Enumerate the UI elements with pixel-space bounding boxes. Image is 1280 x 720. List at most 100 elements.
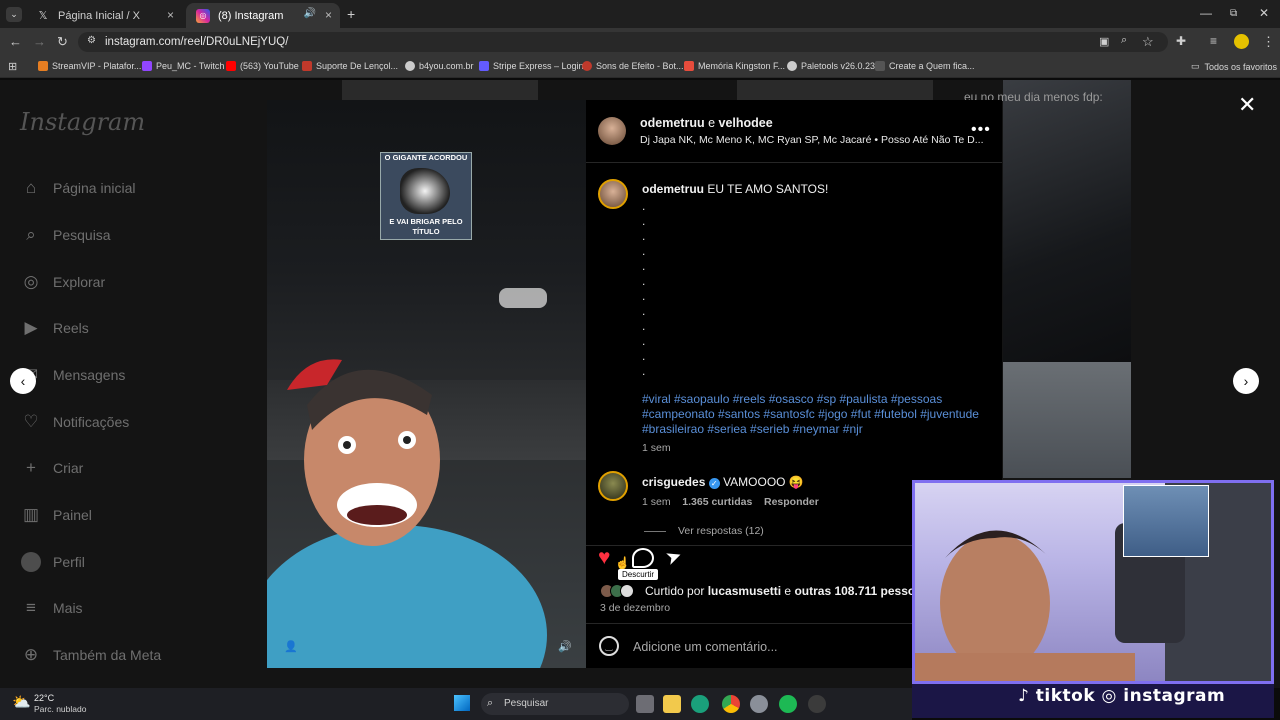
- taskbar-search-label: Pesquisar: [504, 698, 549, 709]
- emoji-icon[interactable]: ‿: [599, 636, 619, 656]
- spotify-icon[interactable]: [779, 695, 797, 713]
- windows-start-icon[interactable]: [454, 695, 470, 711]
- compass-icon: ◎: [23, 272, 39, 291]
- close-tab-icon[interactable]: ×: [167, 8, 174, 22]
- file-explorer-icon[interactable]: [663, 695, 681, 713]
- new-tab-button[interactable]: +: [347, 6, 355, 22]
- reply-button[interactable]: Responder: [764, 496, 819, 508]
- nav-dashboard[interactable]: ▥ Painel: [20, 504, 92, 526]
- weather-desc[interactable]: Parc. nublado: [34, 704, 86, 714]
- bookmark-favicon-icon: [226, 61, 236, 71]
- bookmark-item[interactable]: Stripe Express – Login: [479, 61, 584, 71]
- background-reel-thumbnail: [1003, 362, 1131, 478]
- cursor-icon: ☝: [615, 556, 630, 570]
- settings-icon[interactable]: [750, 695, 768, 713]
- bookmark-item[interactable]: Peu_MC - Twitch: [142, 61, 224, 71]
- all-favorites[interactable]: ▭ Todos os favoritos: [1191, 61, 1277, 72]
- bookmark-item[interactable]: (563) YouTube: [226, 61, 299, 71]
- comment-icon[interactable]: [632, 548, 654, 568]
- tab-list-button[interactable]: ⌄: [6, 7, 22, 22]
- speaker-icon[interactable]: 🔊: [304, 8, 316, 19]
- task-view-icon[interactable]: [636, 695, 654, 713]
- account-icon[interactable]: 👤: [284, 640, 298, 653]
- commenter-avatar[interactable]: [598, 471, 628, 501]
- close-tab-icon[interactable]: ×: [325, 8, 332, 22]
- extensions-icon[interactable]: ✚: [1176, 34, 1186, 48]
- bookmark-favicon-icon: [142, 61, 152, 71]
- liked-others-link[interactable]: outras 108.711 pessoas: [794, 584, 928, 598]
- browser-menu-icon[interactable]: ⋮: [1262, 34, 1275, 50]
- comment-input[interactable]: Adicione um comentário...: [633, 640, 778, 654]
- nav-home[interactable]: ⌂ Página inicial: [20, 177, 136, 199]
- hashtags-line[interactable]: #brasileirao #seriea #serieb #neymar #nj…: [642, 422, 863, 436]
- close-window-button[interactable]: ✕: [1259, 6, 1269, 20]
- nav-meta[interactable]: ⊕ Também da Meta: [20, 644, 161, 666]
- chrome-icon[interactable]: [722, 695, 740, 713]
- instagram-logo[interactable]: Instagram: [20, 108, 145, 136]
- hashtags-line[interactable]: #viral #saopaulo #reels #osasco #sp #pau…: [642, 392, 942, 406]
- zoom-icon[interactable]: ⌕: [1121, 34, 1127, 47]
- post-date: 3 de dezembro: [600, 602, 671, 614]
- author-avatar[interactable]: [598, 117, 626, 145]
- liked-heart-icon[interactable]: ♥: [598, 546, 610, 570]
- site-info-icon[interactable]: ⚙: [87, 35, 96, 46]
- install-icon[interactable]: ▣: [1099, 35, 1109, 48]
- media-icon[interactable]: ≡: [1210, 34, 1217, 48]
- restore-button[interactable]: ⧉: [1230, 8, 1237, 19]
- bookmark-item[interactable]: b4you.com.br: [405, 61, 474, 71]
- fish-icon: [400, 168, 450, 214]
- bookmark-favicon-icon: [684, 61, 694, 71]
- heart-icon: ♡: [23, 412, 39, 431]
- volume-icon[interactable]: 🔊: [558, 640, 572, 653]
- hashtags-line[interactable]: #campeonato #santos #santosfc #jogo #fut…: [642, 407, 979, 421]
- chevron-left-icon: ‹: [20, 373, 26, 389]
- bookmark-item[interactable]: Memória Kingston F...: [684, 61, 785, 71]
- nav-create[interactable]: + Criar: [20, 457, 83, 479]
- bookmark-item[interactable]: Sons de Efeito - Bot...: [582, 61, 684, 71]
- wall-poster: [1123, 485, 1209, 557]
- author-link[interactable]: odemetruu: [640, 116, 705, 130]
- weather-icon[interactable]: ⛅: [12, 693, 31, 711]
- more-options-icon[interactable]: •••: [971, 121, 991, 139]
- minimize-button[interactable]: —: [1200, 6, 1212, 20]
- nav-more[interactable]: ≡ Mais: [20, 597, 83, 619]
- comment-text: VAMOOOO 😝: [723, 475, 804, 489]
- bookmark-star-icon[interactable]: ☆: [1142, 34, 1154, 50]
- forward-icon[interactable]: →: [33, 34, 46, 49]
- view-replies-button[interactable]: Ver respostas (12): [678, 525, 764, 537]
- edge-icon[interactable]: [691, 695, 709, 713]
- instagram-icon: ◎: [196, 8, 210, 23]
- previous-post-button[interactable]: ‹: [10, 368, 36, 394]
- plus-icon: +: [26, 458, 36, 477]
- close-modal-icon[interactable]: ✕: [1238, 92, 1256, 118]
- nav-reels[interactable]: ▶ Reels: [20, 317, 88, 339]
- next-post-button[interactable]: ›: [1233, 368, 1259, 394]
- comment-username[interactable]: crisguedes: [642, 475, 705, 489]
- liked-user-link[interactable]: lucasmusetti: [708, 584, 781, 598]
- caption-username[interactable]: odemetruu: [642, 182, 704, 196]
- bookmark-item[interactable]: StreamVIP - Platafor...: [38, 61, 141, 71]
- caption-avatar[interactable]: [598, 179, 628, 209]
- coauthor-link[interactable]: velhodee: [719, 116, 773, 130]
- profile-avatar[interactable]: [1234, 34, 1249, 49]
- nav-explore[interactable]: ◎ Explorar: [20, 271, 106, 293]
- back-icon[interactable]: ←: [9, 34, 22, 49]
- apps-grid-icon[interactable]: ⊞: [8, 60, 17, 73]
- bookmark-favicon-icon: [582, 61, 592, 71]
- tab-instagram[interactable]: ◎ (8) Instagram 🔊 ×: [186, 3, 340, 28]
- nav-profile[interactable]: Perfil: [20, 551, 85, 573]
- reload-icon[interactable]: ↻: [57, 34, 68, 50]
- app-icon[interactable]: [808, 695, 826, 713]
- bookmark-item[interactable]: Suporte De Lençol...: [302, 61, 398, 71]
- audio-track[interactable]: Dj Japa NK, Mc Meno K, MC Ryan SP, Mc Ja…: [640, 134, 984, 146]
- bookmark-favicon-icon: [875, 61, 885, 71]
- nav-notifications[interactable]: ♡ Notificações: [20, 411, 129, 433]
- tab-x[interactable]: 𝕏 Página Inicial / X ×: [26, 3, 182, 28]
- liked-prefix: Curtido por: [645, 584, 705, 598]
- nav-search[interactable]: ⌕ Pesquisa: [20, 224, 110, 246]
- weather-temp[interactable]: 22°C: [34, 693, 54, 703]
- bookmark-item[interactable]: Create a Quem fica...: [875, 61, 975, 71]
- bookmark-item[interactable]: Paletools v26.0.23: [787, 61, 875, 71]
- comment-likes[interactable]: 1.365 curtidas: [682, 496, 752, 508]
- url-text[interactable]: instagram.com/reel/DR0uLNEjYUQ/: [105, 36, 288, 48]
